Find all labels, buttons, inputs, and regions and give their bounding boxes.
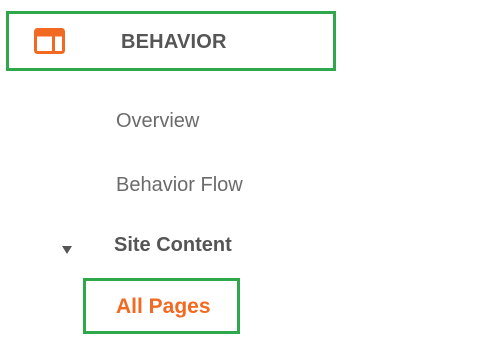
sidebar-section-label: BEHAVIOR	[121, 31, 227, 53]
sidebar-item-behavior-flow[interactable]: Behavior Flow	[116, 174, 243, 197]
behavior-layout-icon	[34, 28, 65, 54]
sidebar-item-overview[interactable]: Overview	[116, 110, 199, 133]
caret-down-icon	[62, 246, 72, 254]
sidebar-item-all-pages[interactable]: All Pages	[83, 278, 240, 334]
sidebar-section-behavior[interactable]: BEHAVIOR	[6, 11, 336, 71]
sidebar-group-label: Site Content	[114, 234, 232, 256]
sidebar-group-site-content[interactable]: Site Content	[62, 234, 232, 260]
ga-sidebar-crop: BEHAVIOR Overview Behavior Flow Site Con…	[0, 0, 477, 337]
sidebar-item-all-pages-label: All Pages	[116, 295, 211, 318]
